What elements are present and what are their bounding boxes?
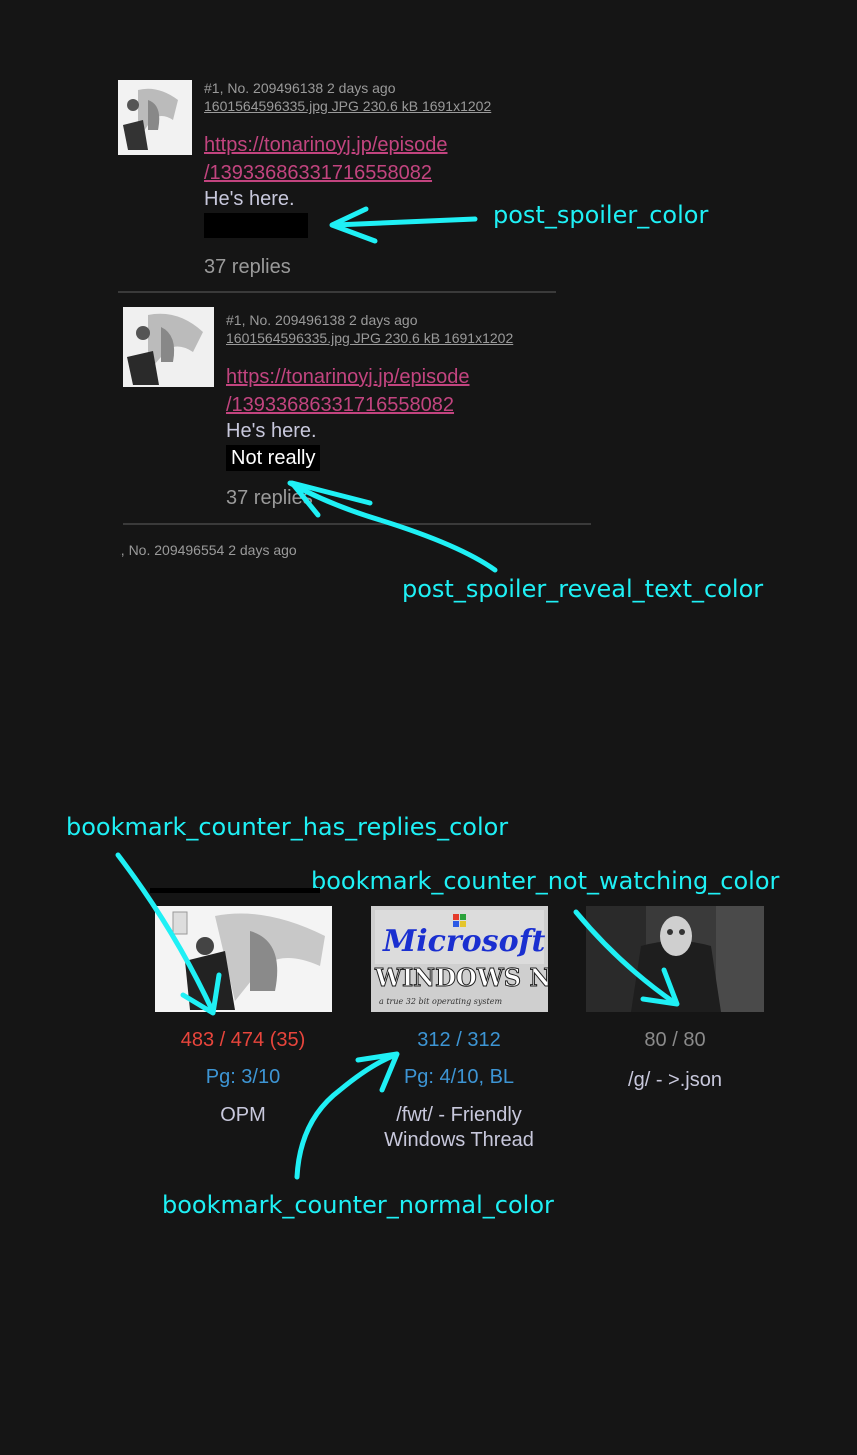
arrow-spoiler-color	[332, 216, 478, 228]
windows-nt-thumbnail-image: Microsoft WINDOWS NT a true 32 bit opera…	[371, 906, 548, 1012]
bookmark-thumbnail[interactable]	[586, 906, 764, 1012]
post-thumbnail[interactable]	[123, 307, 214, 387]
post-replies-count[interactable]: 37 replies	[204, 256, 291, 279]
opm-thumbnail-image	[155, 906, 332, 1012]
post-spoiler-revealed[interactable]: Not really	[226, 445, 321, 471]
bookmark-counter: 80 / 80	[644, 1029, 706, 1051]
post-replies-count[interactable]: 37 replies	[226, 487, 313, 510]
post-link-line-2[interactable]: /13933686331716558082	[226, 391, 470, 419]
post-meta: #1, No. 209496138 2 days ago	[204, 80, 396, 96]
post-link[interactable]: https://tonarinoyj.jp/episode /139336863…	[204, 131, 448, 187]
bookmark-title[interactable]: /fwt/ - Friendly Windows Thread	[359, 1103, 559, 1153]
arrow-spoiler-color-head	[329, 206, 378, 244]
partial-post-mask	[108, 538, 120, 562]
annotation-label-normal: bookmark_counter_normal_color	[162, 1191, 554, 1219]
thumb-tagline-text: a true 32 bit operating system	[379, 997, 502, 1006]
bookmark-title[interactable]: OPM	[143, 1103, 343, 1128]
bookmark-page: Pg: 3/10	[205, 1066, 281, 1088]
annotation-arrows	[115, 206, 680, 1180]
post-comment-text: He's here.	[204, 188, 295, 210]
post-thumbnail[interactable]	[118, 80, 192, 155]
bookmark-page: Pg: 4/10, BL	[403, 1066, 515, 1088]
bookmark-counter: 312 / 312	[417, 1029, 501, 1051]
bookmark-thumbnail[interactable]	[155, 906, 332, 1012]
bookmark-thumbnail[interactable]: Microsoft WINDOWS NT a true 32 bit opera…	[371, 906, 548, 1012]
post-meta: #1, No. 209496138 2 days ago	[226, 312, 418, 328]
post-divider	[123, 523, 591, 525]
post-link[interactable]: https://tonarinoyj.jp/episode /139336863…	[226, 363, 470, 419]
post-spoiler-hidden[interactable]	[204, 213, 308, 238]
post-link-line-1[interactable]: https://tonarinoyj.jp/episode	[204, 131, 448, 159]
manga-thumbnail-image	[118, 80, 192, 155]
post-file-info[interactable]: 1601564596335.jpg JPG 230.6 kB 1691x1202	[204, 98, 491, 115]
thumb-windows-nt-text: WINDOWS NT	[374, 963, 548, 992]
annotation-label-spoiler-reveal: post_spoiler_reveal_text_color	[402, 575, 764, 603]
partial-post-meta: 2, No. 209496554 2 days ago	[113, 542, 297, 558]
post-link-line-1[interactable]: https://tonarinoyj.jp/episode	[226, 363, 470, 391]
bookmark-counter: 483 / 474 (35)	[180, 1029, 306, 1051]
jason-thumbnail-image	[586, 906, 764, 1012]
annotation-label-not-watching: bookmark_counter_not_watching_color	[311, 867, 780, 895]
thumb-microsoft-text: Microsoft	[382, 924, 545, 959]
post-comment-text: He's here.	[226, 420, 317, 442]
bookmark-title[interactable]: /g/ - >.json	[575, 1068, 775, 1093]
post-link-line-2[interactable]: /13933686331716558082	[204, 159, 448, 187]
post-file-info[interactable]: 1601564596335.jpg JPG 230.6 kB 1691x1202	[226, 330, 513, 347]
manga-thumbnail-image	[123, 307, 214, 387]
annotation-label-spoiler-color: post_spoiler_color	[493, 201, 709, 229]
bookmark-top-bar	[150, 888, 320, 893]
annotation-label-has-replies: bookmark_counter_has_replies_color	[66, 813, 509, 841]
post-divider	[118, 291, 556, 293]
